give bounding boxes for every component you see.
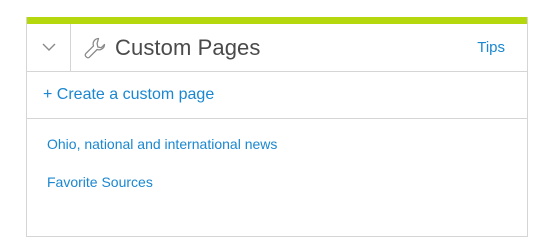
panel-title-group: Custom Pages: [71, 35, 477, 61]
custom-page-list: Ohio, national and international news Fa…: [27, 119, 527, 190]
custom-page-link[interactable]: Ohio, national and international news: [47, 136, 527, 152]
create-row: + Create a custom page: [27, 72, 527, 119]
create-custom-page-link[interactable]: + Create a custom page: [43, 86, 214, 104]
panel-title: Custom Pages: [115, 34, 261, 60]
tips-link[interactable]: Tips: [477, 39, 505, 56]
wrench-icon: [84, 37, 106, 58]
collapse-button[interactable]: [27, 24, 71, 71]
custom-page-link[interactable]: Favorite Sources: [47, 174, 527, 190]
chevron-down-icon: [42, 43, 55, 51]
panel-header: Custom Pages Tips: [27, 24, 527, 72]
accent-bar: [27, 17, 527, 24]
custom-pages-panel: Custom Pages Tips + Create a custom page…: [26, 17, 528, 237]
